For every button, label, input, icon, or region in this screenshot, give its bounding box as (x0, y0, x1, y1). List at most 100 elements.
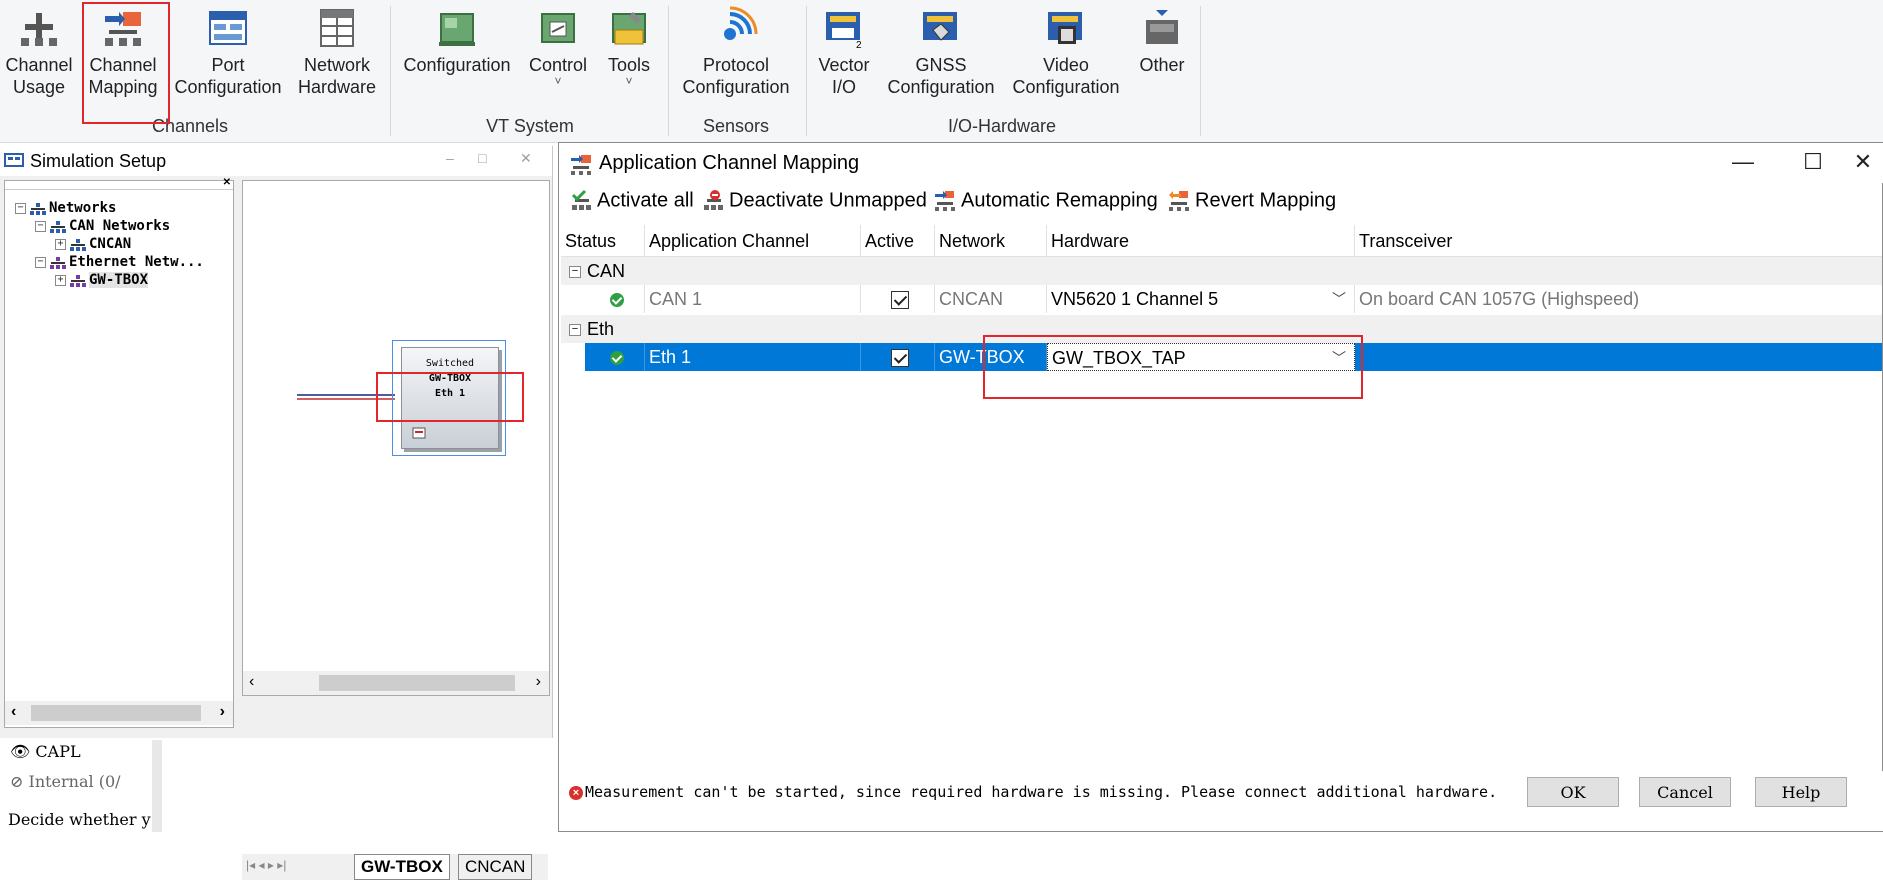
active-cell (861, 285, 935, 313)
protocol-configuration-icon (714, 6, 758, 50)
sheet-nav-icons[interactable]: |◂ ◂ ▸ ▸| (246, 858, 286, 872)
tab-cncan[interactable]: CNCAN (458, 854, 533, 880)
group-row-can[interactable]: − CAN (561, 257, 1882, 285)
vt-tools-icon (607, 6, 651, 50)
other-button[interactable]: Other (1134, 6, 1190, 76)
ribbon-separator (668, 6, 669, 136)
column-header-application-channel[interactable]: Application Channel (645, 225, 861, 257)
active-checkbox[interactable] (890, 291, 909, 310)
minimize-button[interactable]: – (446, 150, 454, 166)
scroll-thumb[interactable] (31, 705, 201, 721)
maximize-button[interactable]: □ (478, 150, 486, 166)
ok-status-icon (609, 293, 624, 308)
eye-icon: 👁 (10, 742, 31, 761)
channel-usage-label: Channel Usage (5, 55, 73, 97)
minimize-button[interactable]: — (1723, 149, 1763, 175)
active-checkbox[interactable] (890, 349, 909, 368)
tools-button[interactable]: Tools ˅ (598, 6, 660, 88)
close-button[interactable]: ✕ (1843, 149, 1883, 175)
simulation-setup-titlebar: Simulation Setup – □ ✕ (0, 146, 552, 176)
table-row[interactable]: CAN 1 CNCAN VN5620 1 Channel 5 ﹀ On board… (585, 285, 1882, 313)
collapse-icon[interactable]: − (15, 202, 26, 214)
expand-icon[interactable]: + (55, 238, 66, 250)
column-header-network[interactable]: Network (935, 225, 1047, 257)
status-cell (585, 343, 645, 371)
video-configuration-label: Video Configuration (1012, 55, 1120, 97)
automatic-remapping-button[interactable]: Automatic Remapping (933, 189, 1158, 213)
column-header-hardware[interactable]: Hardware (1047, 225, 1355, 257)
help-button[interactable]: Help (1755, 777, 1847, 807)
highlight-box (82, 2, 170, 124)
vector-io-button[interactable]: 2 Vector I/O (812, 6, 876, 98)
scroll-thumb[interactable] (319, 675, 515, 691)
collapse-icon[interactable]: − (569, 266, 581, 279)
revert-mapping-label: Revert Mapping (1195, 189, 1337, 212)
hardware-combo[interactable]: VN5620 1 Channel 5 ﹀ (1047, 285, 1355, 313)
tools-label: Tools (607, 55, 651, 75)
tree-item-ethernet-networks[interactable]: − Ethernet Netw... (35, 253, 204, 271)
transceiver-cell: On board CAN 1057G (Highspeed) (1359, 289, 1640, 309)
tree-item-can-networks[interactable]: − CAN Networks (35, 217, 170, 235)
highlight-box (983, 335, 1363, 399)
eye-hidden-icon: ⊘ (10, 772, 24, 791)
tree-item-gw-tbox[interactable]: + GW-TBOX (55, 271, 149, 289)
deactivate-unmapped-button[interactable]: Deactivate Unmapped (701, 189, 927, 213)
expand-icon[interactable]: + (55, 274, 66, 286)
tree-item-label: CAN Networks (69, 218, 171, 234)
tree-item-label: CNCAN (89, 236, 132, 252)
ribbon-separator (806, 6, 807, 136)
error-message: × Measurement can't be started, since req… (569, 783, 1497, 801)
canvas-horizontal-scrollbar[interactable]: ‹ › (243, 671, 549, 695)
group-label: CAN (587, 261, 626, 281)
group-label-io-hardware: I/O-Hardware (947, 116, 1057, 136)
cancel-button[interactable]: Cancel (1639, 777, 1731, 807)
chevron-down-icon: ˅ (625, 74, 633, 88)
control-button[interactable]: Control ˅ (524, 6, 592, 87)
panel-scrollbar[interactable] (152, 740, 162, 832)
video-configuration-button[interactable]: Video Configuration (1008, 6, 1124, 98)
tree-close-icon[interactable]: ✕ (223, 177, 231, 188)
scroll-left-icon[interactable]: ‹ (249, 673, 254, 691)
collapse-icon[interactable]: − (35, 220, 46, 232)
port-configuration-button[interactable]: Port Configuration (172, 6, 284, 98)
collapse-icon[interactable]: − (35, 256, 46, 268)
switch-icon (412, 427, 426, 444)
switch-type-label: Switched (425, 358, 475, 369)
activate-all-button[interactable]: Activate all (569, 189, 694, 213)
network-icon (30, 202, 46, 215)
tree-item-cncan[interactable]: + CNCAN (55, 235, 131, 253)
sheet-tabs: |◂ ◂ ▸ ▸| GW-TBOX CNCAN (242, 854, 548, 880)
revert-mapping-button[interactable]: Revert Mapping (1167, 189, 1336, 213)
tree-horizontal-scrollbar[interactable]: ‹ › (5, 701, 233, 725)
tree-item-label: Networks (49, 200, 117, 216)
scroll-right-icon[interactable]: › (536, 673, 541, 691)
other-hardware-icon (1140, 6, 1184, 50)
network-hardware-icon (315, 6, 359, 50)
tree-item-networks[interactable]: − Networks (15, 199, 116, 217)
ribbon-separator (1200, 6, 1201, 136)
scroll-right-icon[interactable]: › (220, 703, 225, 721)
close-button[interactable]: ✕ (520, 150, 532, 167)
ok-button[interactable]: OK (1527, 777, 1619, 807)
status-cell (585, 285, 645, 313)
network-icon (50, 220, 66, 233)
capl-item[interactable]: 👁 CAPL (10, 742, 81, 761)
active-cell (861, 343, 935, 371)
tab-gw-tbox[interactable]: GW-TBOX (354, 854, 450, 880)
column-header-active[interactable]: Active (861, 225, 935, 257)
internal-item[interactable]: ⊘ Internal (0/ (10, 772, 121, 791)
tree-item-label: GW-TBOX (89, 272, 149, 288)
column-header-status[interactable]: Status (561, 225, 645, 257)
network-hardware-button[interactable]: Network Hardware (292, 6, 382, 98)
configuration-button[interactable]: Configuration (400, 6, 514, 76)
chevron-down-icon[interactable]: ﹀ (1332, 285, 1346, 313)
error-icon: × (569, 785, 583, 800)
maximize-button[interactable]: ☐ (1793, 149, 1833, 175)
column-header-transceiver[interactable]: Transceiver (1355, 225, 1882, 257)
network-icon (70, 238, 86, 251)
protocol-configuration-button[interactable]: Protocol Configuration (676, 6, 796, 98)
gnss-configuration-button[interactable]: GNSS Configuration (886, 6, 996, 98)
scroll-left-icon[interactable]: ‹ (11, 703, 16, 721)
collapse-icon[interactable]: − (569, 324, 581, 337)
channel-usage-button[interactable]: Channel Usage (2, 6, 76, 98)
